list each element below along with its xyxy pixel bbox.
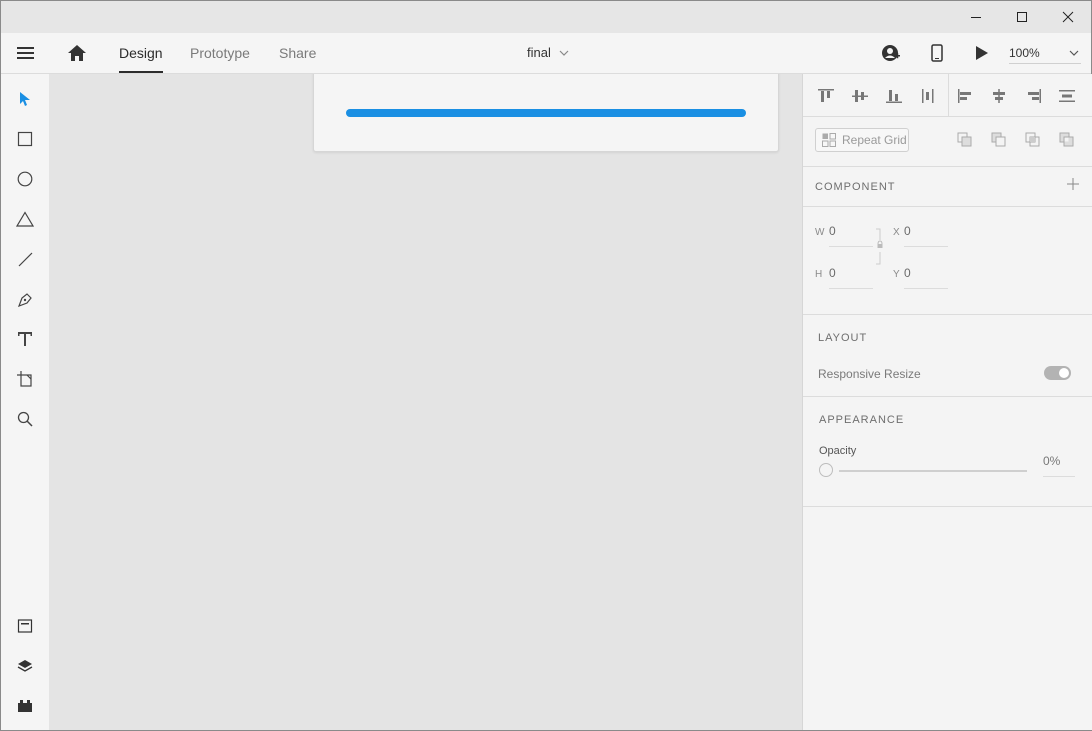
toggle-knob bbox=[1059, 368, 1069, 378]
maximize-icon[interactable] bbox=[999, 1, 1045, 33]
layout-section: LAYOUT Responsive Resize bbox=[803, 314, 1092, 397]
title-bar bbox=[1, 1, 1091, 33]
opacity-underline bbox=[1043, 476, 1075, 477]
chevron-down-icon bbox=[559, 50, 569, 56]
align-right-icon[interactable] bbox=[1024, 88, 1042, 104]
play-icon[interactable] bbox=[975, 45, 989, 61]
height-underline bbox=[829, 288, 873, 289]
property-inspector: Repeat Grid COMPONENT W 0 H 0 X 0 Y 0 LA… bbox=[802, 74, 1092, 730]
align-left-icon[interactable] bbox=[957, 88, 975, 104]
h-label: H bbox=[815, 269, 823, 280]
tab-prototype[interactable]: Prototype bbox=[190, 33, 250, 73]
x-field[interactable]: 0 bbox=[904, 224, 911, 238]
artboard[interactable] bbox=[313, 74, 779, 152]
appearance-section: APPEARANCE Opacity 0% bbox=[803, 396, 1092, 507]
rectangle-icon[interactable] bbox=[1, 119, 49, 159]
y-field[interactable]: 0 bbox=[904, 266, 911, 280]
zoom-value: 100% bbox=[1009, 46, 1040, 60]
align-toolbar bbox=[803, 74, 1092, 117]
invite-user-icon[interactable] bbox=[881, 44, 901, 62]
responsive-resize-label: Responsive Resize bbox=[818, 367, 921, 381]
divider bbox=[948, 74, 949, 116]
y-label: Y bbox=[893, 269, 900, 280]
repeat-grid-label: Repeat Grid bbox=[842, 133, 907, 147]
design-canvas[interactable] bbox=[49, 74, 802, 730]
component-heading: COMPONENT bbox=[815, 181, 896, 193]
polygon-icon[interactable] bbox=[1, 199, 49, 239]
distribute-horizontal-icon[interactable] bbox=[919, 88, 937, 104]
layout-heading: LAYOUT bbox=[818, 332, 868, 344]
width-underline bbox=[829, 246, 873, 247]
minimize-icon[interactable] bbox=[953, 1, 999, 33]
boolean-add-icon[interactable] bbox=[957, 132, 973, 148]
plugins-icon[interactable] bbox=[1, 686, 49, 726]
boolean-intersect-icon[interactable] bbox=[1025, 132, 1041, 148]
ellipse-icon[interactable] bbox=[1, 159, 49, 199]
assets-icon[interactable] bbox=[1, 606, 49, 646]
repeat-grid-row: Repeat Grid bbox=[803, 116, 1092, 167]
tools-sidebar bbox=[1, 74, 49, 730]
document-title: final bbox=[527, 45, 551, 60]
w-label: W bbox=[815, 227, 825, 238]
appearance-heading: APPEARANCE bbox=[819, 414, 905, 426]
opacity-label: Opacity bbox=[819, 445, 857, 457]
app-toolbar: Design Prototype Share final 100% bbox=[1, 33, 1091, 74]
add-component-icon[interactable] bbox=[1067, 178, 1079, 190]
align-middle-icon[interactable] bbox=[851, 88, 869, 104]
opacity-slider-knob[interactable] bbox=[819, 463, 833, 477]
chevron-down-icon bbox=[1069, 50, 1079, 56]
repeat-grid-icon bbox=[822, 133, 836, 147]
artboard-icon[interactable] bbox=[1, 359, 49, 399]
width-field[interactable]: 0 bbox=[829, 224, 836, 238]
height-field[interactable]: 0 bbox=[829, 266, 836, 280]
component-section: COMPONENT bbox=[803, 166, 1092, 207]
zoom-dropdown[interactable]: 100% bbox=[1009, 43, 1081, 64]
home-icon[interactable] bbox=[67, 44, 87, 62]
boolean-subtract-icon[interactable] bbox=[991, 132, 1007, 148]
align-center-icon[interactable] bbox=[990, 88, 1008, 104]
document-title-dropdown[interactable]: final bbox=[527, 45, 569, 60]
transform-section: W 0 H 0 X 0 Y 0 bbox=[803, 206, 1092, 315]
opacity-value[interactable]: 0% bbox=[1043, 454, 1060, 468]
tab-design[interactable]: Design bbox=[119, 33, 163, 73]
close-icon[interactable] bbox=[1045, 1, 1091, 33]
hamburger-icon[interactable] bbox=[17, 45, 35, 61]
text-icon[interactable] bbox=[1, 319, 49, 359]
pen-icon[interactable] bbox=[1, 279, 49, 319]
progress-bar-shape[interactable] bbox=[346, 109, 746, 117]
lock-aspect-icon[interactable] bbox=[875, 228, 885, 268]
responsive-resize-toggle[interactable] bbox=[1044, 366, 1071, 380]
line-icon[interactable] bbox=[1, 239, 49, 279]
align-bottom-icon[interactable] bbox=[885, 88, 903, 104]
align-top-icon[interactable] bbox=[817, 88, 835, 104]
layers-icon[interactable] bbox=[1, 646, 49, 686]
x-label: X bbox=[893, 227, 900, 238]
x-underline bbox=[904, 246, 948, 247]
boolean-exclude-icon[interactable] bbox=[1059, 132, 1075, 148]
device-preview-icon[interactable] bbox=[931, 44, 943, 62]
y-underline bbox=[904, 288, 948, 289]
tab-share[interactable]: Share bbox=[279, 33, 316, 73]
zoom-icon[interactable] bbox=[1, 399, 49, 439]
repeat-grid-button[interactable]: Repeat Grid bbox=[815, 128, 909, 152]
distribute-vertical-icon[interactable] bbox=[1058, 88, 1076, 104]
opacity-slider-track[interactable] bbox=[839, 470, 1027, 472]
select-icon[interactable] bbox=[1, 79, 49, 119]
